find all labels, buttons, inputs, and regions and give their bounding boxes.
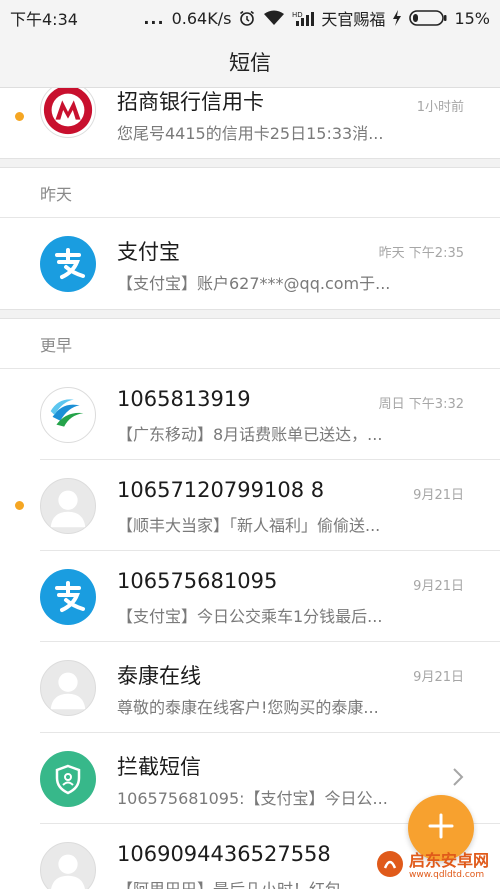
unread-dot — [15, 501, 24, 510]
list-item[interactable]: 106575681095 【支付宝】今日公交乘车1分钱最后... 9月21日 — [0, 551, 500, 642]
battery-icon — [409, 10, 447, 26]
wifi-icon — [263, 10, 285, 26]
default-avatar-icon — [40, 659, 96, 716]
status-time: 下午4:34 — [10, 10, 78, 29]
message-time: 9月21日 — [413, 488, 464, 503]
list-item[interactable]: 泰康在线 尊敬的泰康在线客户!您购买的泰康... 9月21日 — [0, 642, 500, 733]
alarm-icon — [238, 9, 256, 27]
message-preview: 尊敬的泰康在线客户!您购买的泰康... — [117, 698, 379, 717]
message-preview: 您尾号4415的信用卡25日15:33消... — [117, 124, 384, 143]
chevron-right-icon — [452, 767, 464, 791]
message-time: 周日 下午3:32 — [378, 397, 464, 412]
network-speed: 0.64K/s — [171, 8, 232, 28]
status-bar: 下午4:34 ... 0.64K/s HD 天官赐福 15% — [0, 0, 500, 36]
message-preview: 【阿里巴巴】最后几小时！红包... — [117, 876, 356, 889]
watermark-url: www.qdldtd.com — [409, 869, 485, 880]
charging-icon — [392, 10, 402, 26]
cmb-logo-icon — [40, 88, 96, 138]
plus-icon — [426, 811, 456, 845]
contact-name: 招商银行信用卡 — [117, 90, 264, 114]
list-item[interactable]: 支付宝 【支付宝】账户627***@qq.com于... 昨天 下午2:35 — [0, 218, 500, 309]
svg-text:HD: HD — [292, 11, 303, 19]
message-preview: 【顺丰大当家】「新人福利」偷偷送... — [117, 516, 381, 535]
section-separator — [0, 158, 500, 168]
contact-name: 10657120799108 8 — [117, 478, 325, 502]
message-time: 1小时前 — [416, 100, 464, 115]
message-time: 9月21日 — [413, 670, 464, 685]
default-avatar-icon — [40, 841, 96, 889]
contact-name: 泰康在线 — [117, 664, 201, 688]
alipay-logo-icon — [40, 568, 96, 625]
conversation-list[interactable]: 招商银行信用卡 您尾号4415的信用卡25日15:33消... 1小时前 昨天 … — [0, 88, 500, 889]
battery-percent: 15% — [454, 8, 490, 28]
section-header-earlier: 更早 — [0, 319, 500, 369]
title-bar: 短信 — [0, 36, 500, 88]
site-watermark: 启东安卓网 www.qdldtd.com — [376, 848, 496, 884]
hd-signal-icon: HD — [292, 10, 315, 26]
contact-name: 支付宝 — [117, 240, 180, 264]
status-dots: ... — [143, 8, 165, 28]
message-time: 9月21日 — [413, 579, 464, 594]
alipay-logo-icon — [40, 235, 96, 292]
page-title: 短信 — [229, 50, 271, 75]
message-preview: 【支付宝】账户627***@qq.com于... — [117, 274, 391, 293]
watermark-text: 启东安卓网 — [409, 850, 490, 870]
carrier-name: 天官赐福 — [321, 10, 386, 29]
list-item[interactable]: 1065813919 【广东移动】8月话费账单已送达，... 周日 下午3:32 — [0, 369, 500, 460]
contact-name: 1069094436527558 — [117, 842, 331, 866]
message-preview: 【广东移动】8月话费账单已送达，... — [117, 425, 383, 444]
message-preview: 106575681095:【支付宝】今日公... — [117, 789, 388, 808]
list-item[interactable]: 10657120799108 8 【顺丰大当家】「新人福利」偷偷送... 9月2… — [0, 460, 500, 551]
section-separator — [0, 309, 500, 319]
message-time: 昨天 下午2:35 — [378, 246, 464, 261]
contact-name: 拦截短信 — [117, 755, 201, 779]
china-mobile-logo-icon — [40, 386, 96, 443]
section-header-yesterday: 昨天 — [0, 168, 500, 218]
default-avatar-icon — [40, 477, 96, 534]
message-preview: 【支付宝】今日公交乘车1分钱最后... — [117, 607, 383, 626]
contact-name: 106575681095 — [117, 569, 278, 593]
shield-icon — [40, 750, 96, 807]
contact-name: 1065813919 — [117, 387, 251, 411]
unread-dot — [15, 112, 24, 121]
watermark-logo-icon — [376, 850, 404, 882]
list-item[interactable]: 招商银行信用卡 您尾号4415的信用卡25日15:33消... 1小时前 — [0, 88, 500, 158]
